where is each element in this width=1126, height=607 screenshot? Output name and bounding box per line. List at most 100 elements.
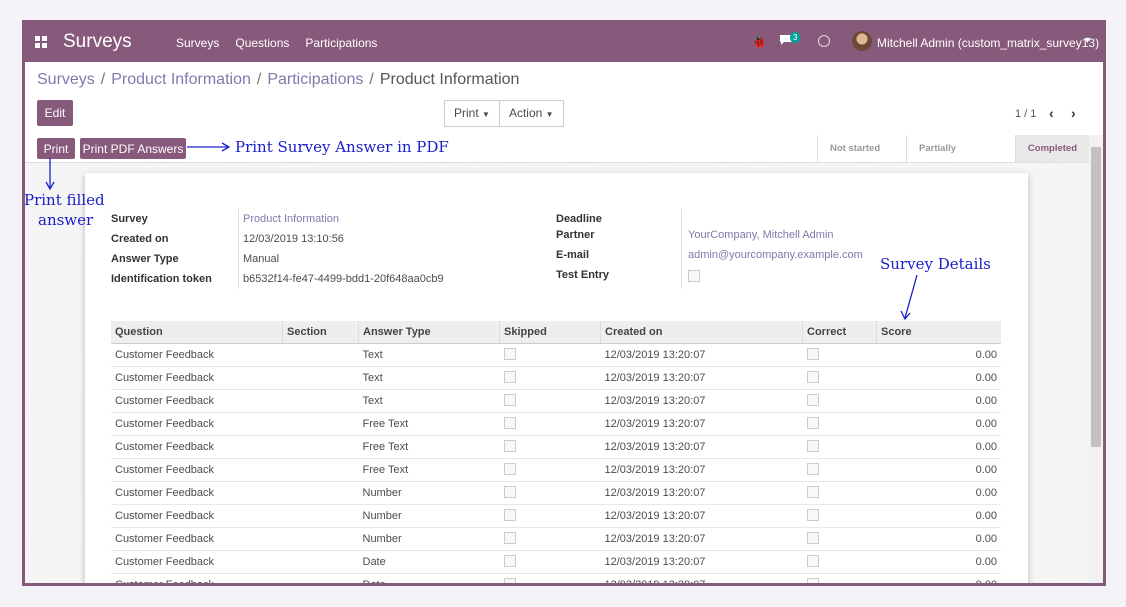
skipped-checkbox[interactable] <box>503 485 516 498</box>
cell-correct <box>802 389 877 413</box>
cell-created-on: 12/03/2019 13:20:07 <box>600 458 803 482</box>
cell-section <box>282 412 359 436</box>
print-button[interactable]: Print <box>37 138 75 159</box>
table-row[interactable]: Customer Feedback Text 12/03/2019 13:20:07… <box>111 343 1001 367</box>
field-email[interactable]: admin@yourcompany.example.com <box>688 249 863 261</box>
cell-question: Customer Feedback <box>111 389 283 413</box>
action-dropdown[interactable]: Action ▼ <box>498 101 563 126</box>
scrollbar-thumb[interactable] <box>1091 147 1101 447</box>
table-row[interactable]: Customer Feedback Text 12/03/2019 13:20:07… <box>111 366 1001 390</box>
field-partner[interactable]: YourCompany, Mitchell Admin <box>688 229 834 241</box>
cell-question: Customer Feedback <box>111 527 283 551</box>
caret-down-icon[interactable]: ▼ <box>1083 35 1092 45</box>
correct-checkbox[interactable] <box>806 462 819 475</box>
form-statusbar: Print Print PDF Answers Not started yet … <box>25 135 1089 181</box>
breadcrumb-surveys[interactable]: Surveys <box>37 71 95 89</box>
correct-checkbox[interactable] <box>806 577 819 583</box>
skipped-checkbox[interactable] <box>503 508 516 521</box>
table-row[interactable]: Customer Feedback Number 12/03/2019 13:20:… <box>111 527 1001 551</box>
test-entry-checkbox[interactable] <box>688 270 700 282</box>
activity-clock-icon[interactable] <box>818 35 830 47</box>
skipped-checkbox[interactable] <box>503 531 516 544</box>
table-row[interactable]: Customer Feedback Free Text 12/03/2019 13:… <box>111 435 1001 459</box>
table-row[interactable]: Customer Feedback Date 12/03/2019 13:20:07… <box>111 550 1001 574</box>
table-row[interactable]: Customer Feedback Text 12/03/2019 13:20:07… <box>111 389 1001 413</box>
cell-question: Customer Feedback <box>111 573 283 583</box>
apps-menu-icon[interactable] <box>35 36 47 48</box>
breadcrumb-separator: / <box>100 71 106 88</box>
print-dropdown-label: Print <box>454 106 479 120</box>
stage-not-started[interactable]: Not started yet <box>817 135 906 181</box>
column-skipped[interactable]: Skipped <box>499 321 601 344</box>
menu-surveys[interactable]: Surveys <box>176 36 219 50</box>
cell-skipped <box>499 435 601 459</box>
stage-completed[interactable]: Completed <box>1014 135 1089 162</box>
edit-button[interactable]: Edit <box>37 100 73 126</box>
correct-checkbox[interactable] <box>806 393 819 406</box>
cell-correct <box>802 550 877 574</box>
top-menu: Surveys Questions Participations <box>176 36 377 50</box>
menu-questions[interactable]: Questions <box>235 36 289 50</box>
table-row[interactable]: Customer Feedback Number 12/03/2019 13:20:… <box>111 481 1001 505</box>
cell-created-on: 12/03/2019 13:20:07 <box>600 527 803 551</box>
user-avatar[interactable] <box>852 31 872 51</box>
correct-checkbox[interactable] <box>806 508 819 521</box>
field-survey[interactable]: Product Information <box>243 213 339 225</box>
pager-previous-icon[interactable]: ‹ <box>1049 105 1054 121</box>
correct-checkbox[interactable] <box>806 347 819 360</box>
table-header-row: Question Section Answer Type Skipped Cre… <box>111 321 1001 344</box>
print-pdf-answers-button[interactable]: Print PDF Answers <box>80 138 186 159</box>
correct-checkbox[interactable] <box>806 485 819 498</box>
cell-question: Customer Feedback <box>111 481 283 505</box>
cell-answer-type: Number <box>358 527 500 551</box>
breadcrumb-participations[interactable]: Participations <box>267 71 363 89</box>
field-label-answer-type: Answer Type <box>111 253 179 265</box>
pager-next-icon[interactable]: › <box>1071 105 1076 121</box>
table-row[interactable]: Customer Feedback Date 12/03/2019 13:20:07… <box>111 573 1001 583</box>
field-label-created-on: Created on <box>111 233 169 245</box>
skipped-checkbox[interactable] <box>503 462 516 475</box>
skipped-checkbox[interactable] <box>503 416 516 429</box>
menu-participations[interactable]: Participations <box>305 36 377 50</box>
correct-checkbox[interactable] <box>806 416 819 429</box>
skipped-checkbox[interactable] <box>503 370 516 383</box>
correct-checkbox[interactable] <box>806 370 819 383</box>
table-row[interactable]: Customer Feedback Free Text 12/03/2019 13:… <box>111 412 1001 436</box>
cell-skipped <box>499 389 601 413</box>
action-dropdown-label: Action <box>508 106 543 120</box>
cell-created-on: 12/03/2019 13:20:07 <box>600 550 803 574</box>
user-menu[interactable]: Mitchell Admin (custom_matrix_survey13) <box>877 36 1099 50</box>
cell-correct <box>802 412 877 436</box>
cell-score: 0.00 <box>876 550 1001 574</box>
stage-partially-completed[interactable]: Partially completed <box>906 135 1015 181</box>
correct-checkbox[interactable] <box>806 531 819 544</box>
column-score[interactable]: Score <box>876 321 1001 344</box>
field-token: b6532f14-fe47-4499-bdd1-20f648aa0cb9 <box>243 273 444 285</box>
column-question[interactable]: Question <box>111 321 283 344</box>
cell-skipped <box>499 366 601 390</box>
print-dropdown[interactable]: Print ▼ <box>445 101 499 126</box>
cell-score: 0.00 <box>876 527 1001 551</box>
skipped-checkbox[interactable] <box>503 554 516 567</box>
skipped-checkbox[interactable] <box>503 393 516 406</box>
column-created-on[interactable]: Created on <box>600 321 803 344</box>
correct-checkbox[interactable] <box>806 439 819 452</box>
table-row[interactable]: Customer Feedback Number 12/03/2019 13:20:… <box>111 504 1001 528</box>
column-answer-type[interactable]: Answer Type <box>358 321 500 344</box>
breadcrumb-survey[interactable]: Product Information <box>111 71 251 89</box>
debug-bug-icon[interactable]: 🐞 <box>751 34 767 50</box>
skipped-checkbox[interactable] <box>503 347 516 360</box>
vertical-scrollbar[interactable] <box>1089 135 1103 583</box>
skipped-checkbox[interactable] <box>503 439 516 452</box>
column-correct[interactable]: Correct <box>802 321 877 344</box>
pager-value[interactable]: 1 / 1 <box>1015 108 1036 120</box>
correct-checkbox[interactable] <box>806 554 819 567</box>
cell-skipped <box>499 458 601 482</box>
cell-created-on: 12/03/2019 13:20:07 <box>600 343 803 367</box>
cell-question: Customer Feedback <box>111 435 283 459</box>
table-row[interactable]: Customer Feedback Free Text 12/03/2019 13:… <box>111 458 1001 482</box>
form-sheet: Survey Product Information Created on 12… <box>85 173 1028 583</box>
column-section[interactable]: Section <box>282 321 359 344</box>
skipped-checkbox[interactable] <box>503 577 516 583</box>
field-label-token: Identification token <box>111 273 212 285</box>
